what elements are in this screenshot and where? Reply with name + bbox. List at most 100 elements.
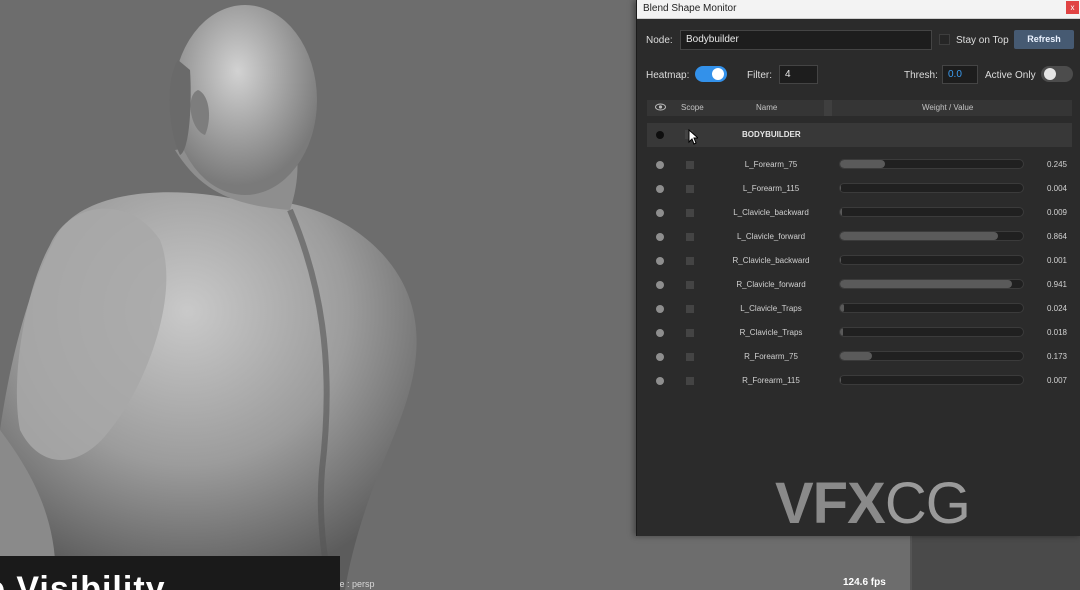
blend-shape-monitor-window: Blend Shape Monitor x Node: Bodybuilder … xyxy=(636,0,1080,536)
weight-value: 0.024 xyxy=(1046,304,1067,313)
weight-value: 0.941 xyxy=(1046,280,1067,289)
active-only-label: Active Only xyxy=(985,70,1036,81)
group-row-bodybuilder[interactable]: BODYBUILDER xyxy=(647,123,1072,147)
weight-slider[interactable] xyxy=(839,279,1024,289)
blend-shape-name: L_Clavicle_Traps xyxy=(740,304,802,313)
visibility-dot[interactable] xyxy=(656,377,664,385)
blend-shape-name: L_Forearm_75 xyxy=(744,160,798,169)
weight-slider[interactable] xyxy=(839,231,1024,241)
blend-shape-row[interactable]: R_Clavicle_backward 0.001 xyxy=(647,251,1072,271)
caption-bar: e Visibility xyxy=(0,556,340,590)
weight-slider[interactable] xyxy=(839,159,1024,169)
heatmap-label: Heatmap: xyxy=(646,70,690,81)
scope-checkbox[interactable] xyxy=(686,161,694,169)
blend-shape-row[interactable]: R_Forearm_115 0.007 xyxy=(647,371,1072,391)
scope-checkbox[interactable] xyxy=(686,257,694,265)
blend-shape-row[interactable]: L_Forearm_75 0.245 xyxy=(647,155,1072,175)
close-button[interactable]: x xyxy=(1066,1,1079,14)
active-only-toggle[interactable] xyxy=(1041,66,1073,82)
window-titlebar[interactable]: Blend Shape Monitor x xyxy=(637,0,1080,19)
visibility-dot[interactable] xyxy=(656,209,664,217)
blend-shape-name: R_Forearm_115 xyxy=(742,376,800,385)
weight-fill xyxy=(840,232,999,240)
weight-slider[interactable] xyxy=(839,351,1024,361)
scope-checkbox[interactable] xyxy=(686,233,694,241)
refresh-button[interactable]: Refresh xyxy=(1014,30,1074,49)
blend-shape-name: L_Forearm_115 xyxy=(742,184,800,193)
weight-slider[interactable] xyxy=(839,207,1024,217)
column-divider[interactable] xyxy=(824,100,832,116)
visibility-dot[interactable] xyxy=(656,233,664,241)
visibility-dot[interactable] xyxy=(656,329,664,337)
weight-fill xyxy=(840,352,872,360)
node-label: Node: xyxy=(646,35,673,46)
scope-checkbox[interactable] xyxy=(686,281,694,289)
blend-shape-row[interactable]: L_Clavicle_backward 0.009 xyxy=(647,203,1072,223)
table-header: Scope Name Weight / Value xyxy=(647,100,1072,116)
blend-shape-row[interactable]: L_Clavicle_Traps 0.024 xyxy=(647,299,1072,319)
blend-shape-name: R_Clavicle_Traps xyxy=(739,328,803,337)
weight-fill xyxy=(840,304,845,312)
scope-checkbox[interactable] xyxy=(686,377,694,385)
blend-shape-name: L_Clavicle_forward xyxy=(736,232,806,241)
column-name[interactable]: Name xyxy=(756,103,777,112)
blend-shape-row[interactable]: L_Forearm_115 0.004 xyxy=(647,179,1072,199)
visibility-dot[interactable] xyxy=(656,185,664,193)
weight-value: 0.004 xyxy=(1046,184,1067,193)
filter-field[interactable]: 4 xyxy=(779,65,818,84)
blend-shape-row[interactable]: R_Forearm_75 0.173 xyxy=(647,347,1072,367)
stay-on-top-label: Stay on Top xyxy=(956,35,1009,46)
weight-value: 0.018 xyxy=(1046,328,1067,337)
toggle-knob xyxy=(1044,68,1056,80)
visibility-dot[interactable] xyxy=(656,257,664,265)
scope-checkbox[interactable] xyxy=(686,209,694,217)
watermark-light: CG xyxy=(884,471,971,536)
blend-shape-name: R_Clavicle_forward xyxy=(736,280,806,289)
weight-value: 0.007 xyxy=(1046,376,1067,385)
visibility-dot[interactable] xyxy=(656,131,664,139)
weight-slider[interactable] xyxy=(839,183,1024,193)
blend-shape-name: R_Forearm_75 xyxy=(744,352,798,361)
scope-checkbox[interactable] xyxy=(686,353,694,361)
eye-icon[interactable] xyxy=(655,102,666,114)
scope-checkbox[interactable] xyxy=(686,185,694,193)
weight-slider[interactable] xyxy=(839,327,1024,337)
blend-shape-name: R_Clavicle_backward xyxy=(732,256,810,265)
weight-slider[interactable] xyxy=(839,303,1024,313)
scope-checkbox[interactable] xyxy=(686,329,694,337)
visibility-dot[interactable] xyxy=(656,353,664,361)
blend-shape-name: L_Clavicle_backward xyxy=(733,208,809,217)
weight-value: 0.245 xyxy=(1046,160,1067,169)
vfxcg-watermark: VFXCG xyxy=(775,470,971,537)
mouse-cursor-icon xyxy=(688,129,698,145)
caption-text: e Visibility xyxy=(0,570,166,590)
weight-fill xyxy=(840,184,841,192)
weight-fill xyxy=(840,280,1013,288)
weight-slider[interactable] xyxy=(839,375,1024,385)
fps-readout: 124.6 fps xyxy=(843,577,886,588)
group-name: BODYBUILDER xyxy=(742,130,801,139)
right-panel-strip xyxy=(910,536,1080,590)
weight-fill xyxy=(840,328,844,336)
heatmap-toggle[interactable] xyxy=(695,66,727,82)
blend-shape-row[interactable]: R_Clavicle_forward 0.941 xyxy=(647,275,1072,295)
visibility-dot[interactable] xyxy=(656,161,664,169)
column-weight-value[interactable]: Weight / Value xyxy=(922,103,973,112)
weight-value: 0.009 xyxy=(1046,208,1067,217)
node-field[interactable]: Bodybuilder xyxy=(680,30,932,50)
stay-on-top-checkbox[interactable] xyxy=(939,34,950,45)
scope-checkbox[interactable] xyxy=(686,305,694,313)
weight-slider[interactable] xyxy=(839,255,1024,265)
window-title: Blend Shape Monitor xyxy=(643,3,737,14)
blend-shape-row[interactable]: R_Clavicle_Traps 0.018 xyxy=(647,323,1072,343)
visibility-dot[interactable] xyxy=(656,305,664,313)
toggle-knob xyxy=(712,68,724,80)
weight-fill xyxy=(840,160,885,168)
blend-shape-row[interactable]: L_Clavicle_forward 0.864 xyxy=(647,227,1072,247)
weight-value: 0.864 xyxy=(1046,232,1067,241)
visibility-dot[interactable] xyxy=(656,281,664,289)
filter-label: Filter: xyxy=(747,70,772,81)
column-scope[interactable]: Scope xyxy=(681,103,704,112)
thresh-field[interactable]: 0.0 xyxy=(942,65,978,84)
watermark-bold: VFX xyxy=(775,471,886,536)
